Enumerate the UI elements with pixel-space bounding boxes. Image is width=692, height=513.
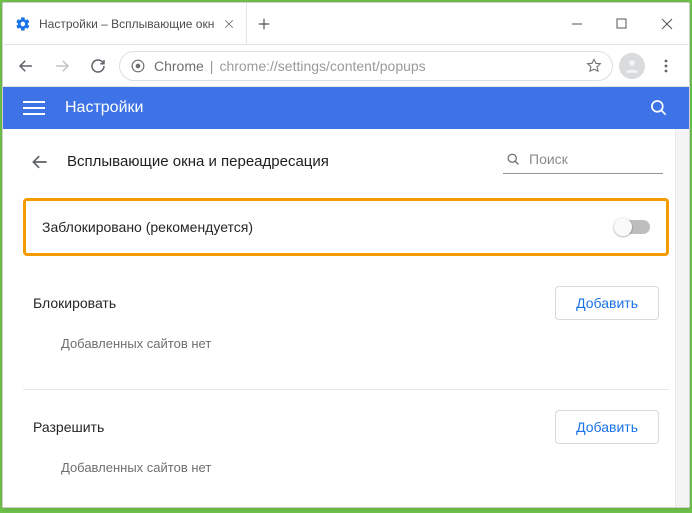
address-separator: | <box>210 58 214 74</box>
block-section: Блокировать Добавить Добавленных сайтов … <box>23 278 669 383</box>
site-info-icon[interactable] <box>130 58 146 74</box>
block-section-label: Блокировать <box>33 295 555 311</box>
block-add-button[interactable]: Добавить <box>555 286 659 320</box>
page-header: Всплывающие окна и переадресация Поиск <box>23 129 669 188</box>
allow-empty-note: Добавленных сайтов нет <box>33 460 659 475</box>
kebab-menu-button[interactable] <box>651 51 681 81</box>
browser-tab[interactable]: Настройки – Всплывающие окн <box>3 3 247 44</box>
nav-forward-button[interactable] <box>47 51 77 81</box>
address-text: Chrome | chrome://settings/content/popup… <box>154 58 426 74</box>
address-path: chrome://settings/content/popups <box>219 58 425 74</box>
blocked-toggle-row: Заблокировано (рекомендуется) <box>23 198 669 256</box>
titlebar: Настройки – Всплывающие окн <box>3 3 689 45</box>
toggle-knob <box>614 218 632 236</box>
blocked-toggle-label: Заблокировано (рекомендуется) <box>42 219 616 235</box>
reload-button[interactable] <box>83 51 113 81</box>
titlebar-spacer <box>281 3 554 44</box>
blocked-toggle[interactable] <box>616 220 650 234</box>
allow-section: Разрешить Добавить Добавленных сайтов не… <box>23 402 669 507</box>
search-icon <box>505 151 521 167</box>
page-scroll-area: Всплывающие окна и переадресация Поиск З… <box>3 129 675 507</box>
appbar-title: Настройки <box>65 99 649 117</box>
browser-toolbar: Chrome | chrome://settings/content/popup… <box>3 45 689 87</box>
settings-appbar: Настройки <box>3 87 689 129</box>
allow-section-label: Разрешить <box>33 419 555 435</box>
bookmark-star-icon[interactable] <box>586 58 602 74</box>
settings-search-box[interactable]: Поиск <box>503 149 663 174</box>
window-controls <box>554 3 689 44</box>
close-window-button[interactable] <box>644 3 689 44</box>
settings-page: Всплывающие окна и переадресация Поиск З… <box>3 129 689 507</box>
address-host: Chrome <box>154 58 204 74</box>
tab-close-icon[interactable] <box>222 17 236 31</box>
address-bar[interactable]: Chrome | chrome://settings/content/popup… <box>119 51 613 81</box>
page-back-icon[interactable] <box>29 151 51 173</box>
allow-section-header: Разрешить Добавить <box>33 410 659 444</box>
new-tab-button[interactable] <box>247 3 281 44</box>
settings-gear-icon <box>15 16 31 32</box>
page-title: Всплывающие окна и переадресация <box>67 153 487 170</box>
maximize-button[interactable] <box>599 3 644 44</box>
section-divider <box>23 389 669 390</box>
appbar-search-icon[interactable] <box>649 98 669 118</box>
block-section-header: Блокировать Добавить <box>33 286 659 320</box>
profile-avatar[interactable] <box>619 53 645 79</box>
allow-add-button[interactable]: Добавить <box>555 410 659 444</box>
block-empty-note: Добавленных сайтов нет <box>33 336 659 351</box>
hamburger-menu-icon[interactable] <box>23 101 45 115</box>
minimize-button[interactable] <box>554 3 599 44</box>
nav-back-button[interactable] <box>11 51 41 81</box>
settings-search-placeholder: Поиск <box>529 151 568 167</box>
tab-title: Настройки – Всплывающие окн <box>39 17 214 31</box>
page-content: Настройки Всплывающие окна и переадресац… <box>3 87 689 507</box>
vertical-scrollbar[interactable] <box>675 129 689 507</box>
browser-window: Настройки – Всплывающие окн <box>2 2 690 508</box>
